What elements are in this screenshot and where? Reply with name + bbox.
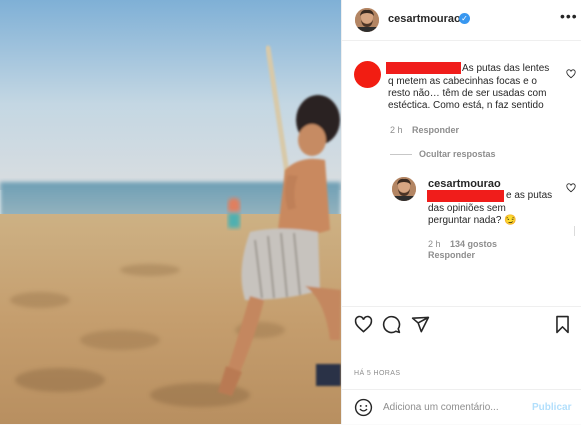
reply-text-line: e as putas (506, 190, 553, 201)
comment-text-line: resto não… têm de ser usadas com (388, 88, 547, 99)
commenter-avatar[interactable] (354, 61, 381, 88)
comment-reply-button[interactable]: Responder (412, 125, 459, 135)
comment-text-line: As putas das lentes (462, 63, 550, 74)
reply-author-username[interactable]: cesartmourao (428, 178, 501, 190)
comment-like-heart-icon[interactable] (566, 69, 576, 79)
redacted-mention (427, 190, 504, 202)
comment-input[interactable]: Adiciona um comentário... (383, 402, 499, 413)
redacted-username (386, 62, 461, 74)
publish-button[interactable]: Publicar (532, 402, 571, 413)
post-header: cesartmourao ✓ ••• (342, 0, 581, 41)
comment-age: 2 h (390, 125, 403, 135)
post-actions-bar (342, 306, 581, 343)
comment-text-line: estéctica. Como está, n faz sentido (388, 100, 544, 111)
scroll-indicator (574, 226, 581, 236)
comment-icon[interactable] (382, 315, 401, 334)
add-comment-bar: Adiciona um comentário... Publicar (342, 389, 581, 425)
emoji-icon[interactable] (354, 398, 373, 417)
reply-likes-count[interactable]: 134 gostos (450, 239, 497, 249)
reply-like-heart-icon[interactable] (566, 183, 576, 193)
post-timestamp: HÁ 5 HORAS (354, 370, 401, 377)
author-avatar[interactable] (355, 8, 379, 32)
heart-icon[interactable] (354, 315, 373, 334)
author-username[interactable]: cesartmourao (388, 13, 461, 25)
verified-badge-icon: ✓ (459, 13, 470, 24)
reply-age: 2 h (428, 239, 441, 249)
reply-text-line: das opiniões sem (428, 203, 506, 214)
beach-photo-image (0, 0, 341, 424)
share-icon[interactable] (411, 315, 430, 334)
post-sidebar: cesartmourao ✓ ••• As putas das lentes q… (341, 0, 581, 424)
reply-author-avatar[interactable] (392, 177, 416, 201)
more-options-icon[interactable]: ••• (560, 8, 578, 24)
replies-divider (390, 154, 412, 155)
comment-text-line: q metem as cabecinhas focas e o (388, 76, 537, 87)
reply-reply-button[interactable]: Responder (428, 250, 475, 260)
avatar-image (392, 177, 416, 201)
reply-text-line: perguntar nada? 😏 (428, 215, 517, 226)
instagram-post: cesartmourao ✓ ••• As putas das lentes q… (0, 0, 581, 424)
post-photo[interactable] (0, 0, 341, 424)
bookmark-icon[interactable] (554, 315, 571, 334)
hide-replies-button[interactable]: Ocultar respostas (419, 149, 496, 159)
avatar-image (355, 8, 379, 32)
